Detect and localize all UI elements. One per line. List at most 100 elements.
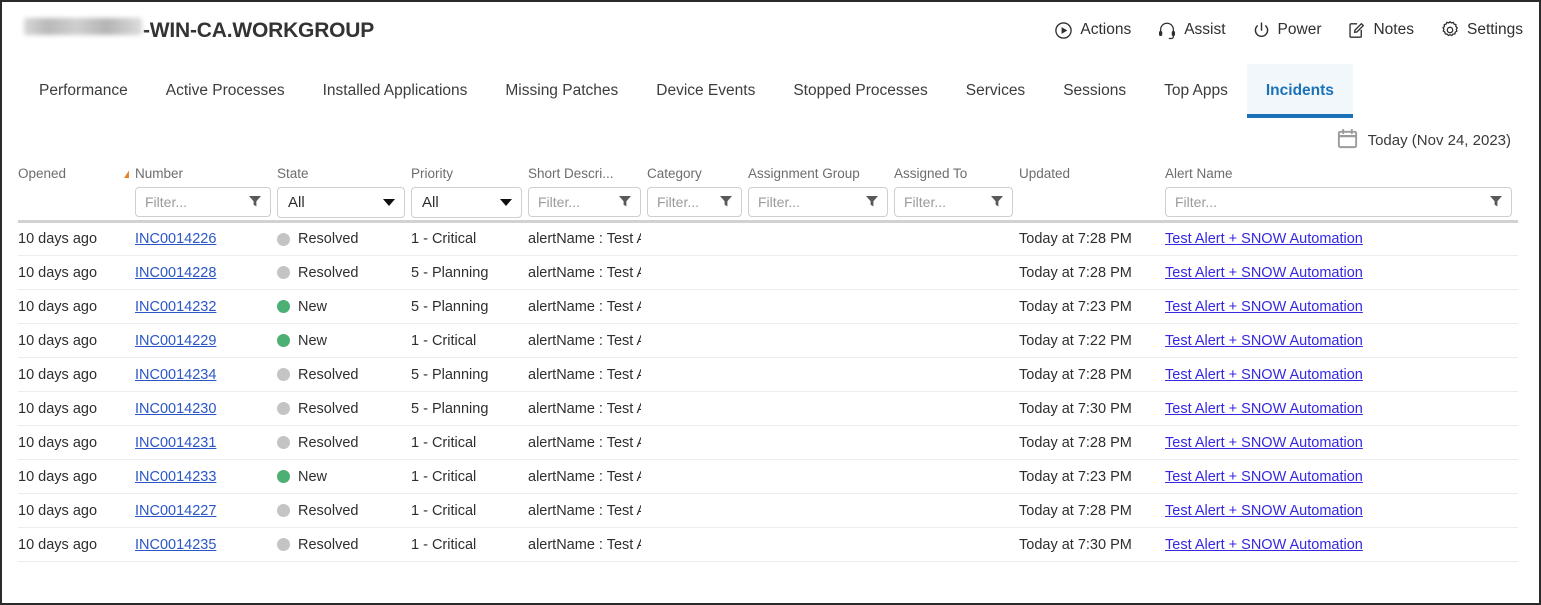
- table-row[interactable]: 10 days ago INC0014229 New 1 - Critical aler…: [18, 323, 1518, 358]
- alert-name-link[interactable]: Test Alert + SNOW Automation: [1165, 333, 1363, 349]
- table-row[interactable]: 10 days ago INC0014231 Resolved 1 - Critica…: [18, 425, 1518, 460]
- state-label: New: [298, 332, 328, 349]
- alert-name-link[interactable]: Test Alert + SNOW Automation: [1165, 537, 1363, 553]
- settings-button-label: Settings: [1466, 21, 1523, 38]
- state-dot: [277, 266, 290, 279]
- cell-assignment-group: [748, 425, 894, 460]
- column-state[interactable]: State All: [277, 162, 411, 223]
- cell-updated: Today at 7:23 PM: [1019, 459, 1165, 494]
- cell-assigned-to: [894, 221, 1019, 256]
- date-range-picker[interactable]: Today (Nov 24, 2023): [1336, 127, 1511, 154]
- tab-services[interactable]: Services: [947, 64, 1044, 118]
- cell-state: Resolved: [277, 391, 411, 426]
- cell-priority: 1 - Critical: [411, 221, 528, 256]
- select-state[interactable]: All: [277, 186, 405, 218]
- power-button[interactable]: Power: [1252, 21, 1321, 40]
- gear-icon: [1440, 20, 1460, 40]
- alert-name-link[interactable]: Test Alert + SNOW Automation: [1165, 469, 1363, 485]
- filter-input-category[interactable]: Filter...: [647, 187, 742, 217]
- tab-incidents[interactable]: Incidents: [1246, 64, 1353, 118]
- incident-number-link[interactable]: INC0014226: [135, 231, 216, 247]
- state-dot: [277, 470, 290, 483]
- column-priority[interactable]: Priority All: [411, 162, 528, 223]
- column-short-description[interactable]: Short Descri... Filter...: [528, 162, 647, 223]
- incident-number-link[interactable]: INC0014232: [135, 299, 216, 315]
- tab-performance[interactable]: Performance: [20, 64, 147, 118]
- cell-assigned-to: [894, 357, 1019, 392]
- alert-name-link[interactable]: Test Alert + SNOW Automation: [1165, 299, 1363, 315]
- filter-placeholder: Filter...: [1175, 194, 1218, 210]
- column-category[interactable]: Category Filter...: [647, 162, 748, 223]
- incident-number-link[interactable]: INC0014235: [135, 537, 216, 553]
- column-assigned-to[interactable]: Assigned To Filter...: [894, 162, 1019, 223]
- tab-sessions[interactable]: Sessions: [1044, 64, 1145, 118]
- incident-number-link[interactable]: INC0014233: [135, 469, 216, 485]
- filter-input-assignment-group[interactable]: Filter...: [748, 187, 888, 217]
- cell-number: INC0014234: [135, 357, 277, 392]
- alert-name-link[interactable]: Test Alert + SNOW Automation: [1165, 435, 1363, 451]
- incident-number-link[interactable]: INC0014227: [135, 503, 216, 519]
- incident-number-link[interactable]: INC0014228: [135, 265, 216, 281]
- table-row[interactable]: 10 days ago INC0014235 Resolved 1 - Critica…: [18, 527, 1518, 562]
- filter-input-alert-name[interactable]: Filter...: [1165, 187, 1512, 217]
- cell-category: [647, 323, 748, 358]
- alert-name-link[interactable]: Test Alert + SNOW Automation: [1165, 367, 1363, 383]
- cell-opened: 10 days ago: [18, 357, 135, 392]
- column-number[interactable]: Number Filter...: [135, 162, 277, 223]
- table-row[interactable]: 10 days ago INC0014228 Resolved 5 - Plannin…: [18, 255, 1518, 290]
- select-value: All: [288, 193, 305, 211]
- incident-number-link[interactable]: INC0014234: [135, 367, 216, 383]
- table-row[interactable]: 10 days ago INC0014232 New 5 - Planning aler…: [18, 289, 1518, 324]
- cell-assignment-group: [748, 357, 894, 392]
- cell-assignment-group: [748, 255, 894, 290]
- assist-button[interactable]: Assist: [1157, 21, 1226, 40]
- sort-ascending-icon[interactable]: [124, 168, 129, 178]
- cell-updated: Today at 7:22 PM: [1019, 323, 1165, 358]
- tab-stopped-processes[interactable]: Stopped Processes: [774, 64, 946, 118]
- tab-installed-applications[interactable]: Installed Applications: [304, 64, 487, 118]
- column-assignment-group[interactable]: Assignment Group Filter...: [748, 162, 894, 223]
- incident-number-link[interactable]: INC0014230: [135, 401, 216, 417]
- filter-input-assigned-to[interactable]: Filter...: [894, 187, 1013, 217]
- tab-active-processes[interactable]: Active Processes: [147, 64, 304, 118]
- actions-button[interactable]: Actions: [1054, 21, 1131, 40]
- incident-number-link[interactable]: INC0014229: [135, 333, 216, 349]
- table-row[interactable]: 10 days ago INC0014233 New 1 - Critical aler…: [18, 459, 1518, 494]
- table-row[interactable]: 10 days ago INC0014226 Resolved 1 - Critica…: [18, 221, 1518, 256]
- notes-button-label: Notes: [1373, 21, 1414, 38]
- notes-button[interactable]: Notes: [1347, 21, 1414, 40]
- tab-missing-patches[interactable]: Missing Patches: [486, 64, 637, 118]
- date-filter-row: Today (Nov 24, 2023): [2, 118, 1539, 162]
- column-updated[interactable]: Updated: [1019, 162, 1165, 223]
- alert-name-link[interactable]: Test Alert + SNOW Automation: [1165, 231, 1363, 247]
- select-priority[interactable]: All: [411, 186, 522, 218]
- table-row[interactable]: 10 days ago INC0014230 Resolved 5 - Plannin…: [18, 391, 1518, 426]
- cell-opened: 10 days ago: [18, 323, 135, 358]
- table-row[interactable]: 10 days ago INC0014234 Resolved 5 - Plannin…: [18, 357, 1518, 392]
- filter-placeholder: Filter...: [904, 194, 947, 210]
- tab-label: Top Apps: [1164, 82, 1228, 99]
- alert-name-link[interactable]: Test Alert + SNOW Automation: [1165, 401, 1363, 417]
- alert-name-link[interactable]: Test Alert + SNOW Automation: [1165, 265, 1363, 281]
- cell-opened: 10 days ago: [18, 493, 135, 528]
- cell-priority: 1 - Critical: [411, 459, 528, 494]
- alert-name-link[interactable]: Test Alert + SNOW Automation: [1165, 503, 1363, 519]
- short-description-text: alertName : Test Al: [528, 400, 641, 417]
- column-title: Priority: [411, 165, 454, 181]
- cell-number: INC0014233: [135, 459, 277, 494]
- cell-category: [647, 493, 748, 528]
- column-opened[interactable]: Opened: [18, 162, 135, 223]
- column-alert-name[interactable]: Alert Name Filter...: [1165, 162, 1518, 223]
- tab-device-events[interactable]: Device Events: [637, 64, 774, 118]
- filter-input-short-description[interactable]: Filter...: [528, 187, 641, 217]
- tab-top-apps[interactable]: Top Apps: [1145, 64, 1247, 118]
- funnel-icon: [1489, 194, 1503, 211]
- filter-input-number[interactable]: Filter...: [135, 187, 271, 217]
- incidents-table-wrapper: Opened Number Filter... State All Priori…: [2, 162, 1539, 562]
- incident-number-link[interactable]: INC0014231: [135, 435, 216, 451]
- cell-number: INC0014229: [135, 323, 277, 358]
- table-row[interactable]: 10 days ago INC0014227 Resolved 1 - Critica…: [18, 493, 1518, 528]
- cell-assigned-to: [894, 527, 1019, 562]
- short-description-text: alertName : Test Al: [528, 231, 641, 247]
- settings-button[interactable]: Settings: [1440, 20, 1523, 40]
